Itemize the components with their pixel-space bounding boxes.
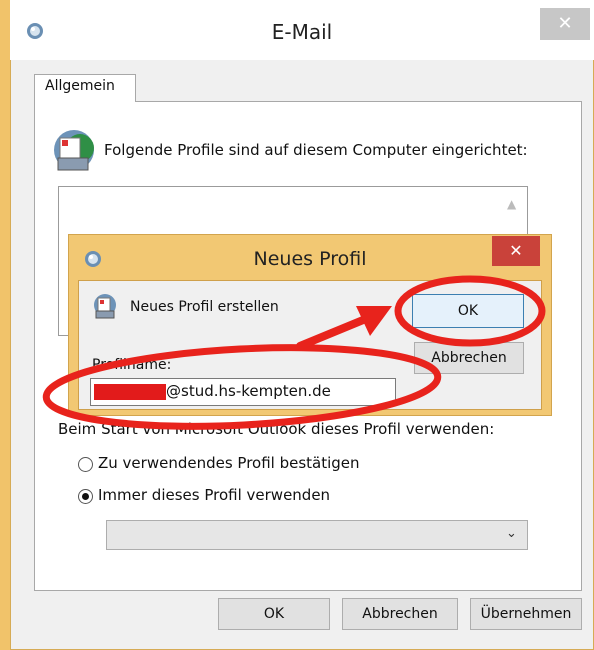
radio-always-use-profile-label[interactable]: Immer dieses Profil verwenden — [98, 486, 330, 504]
close-icon[interactable]: ✕ — [492, 236, 540, 266]
radio-selected-dot — [82, 493, 89, 500]
cancel-button[interactable]: Abbrechen — [342, 598, 458, 630]
close-icon[interactable]: ✕ — [540, 8, 590, 40]
startup-profile-label: Beim Start von Microsoft Outlook dieses … — [58, 420, 495, 438]
tab-general[interactable]: Allgemein — [34, 74, 136, 102]
background-window-border — [0, 0, 10, 650]
profiles-label: Folgende Profile sind auf diesem Compute… — [104, 141, 528, 159]
radio-confirm-profile[interactable] — [78, 457, 93, 472]
scroll-up-icon[interactable]: ▲ — [507, 197, 516, 211]
profile-select[interactable] — [106, 520, 528, 550]
profile-name-label: Profilname: — [92, 357, 172, 373]
mail-profiles-icon — [54, 130, 94, 171]
profile-name-value: @stud.hs-kempten.de — [166, 382, 331, 400]
dialog-cancel-button[interactable]: Abbrechen — [414, 342, 524, 374]
dialog-ok-button[interactable]: OK — [412, 294, 524, 328]
dialog-label: Neues Profil erstellen — [130, 299, 279, 315]
ok-button[interactable]: OK — [218, 598, 330, 630]
radio-always-use-profile[interactable] — [78, 489, 93, 504]
dialog-title: Neues Profil — [253, 248, 367, 270]
apply-button[interactable]: Übernehmen — [470, 598, 582, 630]
profile-icon — [94, 294, 116, 319]
chevron-down-icon[interactable]: ⌄ — [506, 526, 517, 541]
window-title: E-Mail — [271, 20, 333, 44]
redaction-mark — [94, 384, 166, 400]
radio-confirm-profile-label[interactable]: Zu verwendendes Profil bestätigen — [98, 454, 360, 472]
